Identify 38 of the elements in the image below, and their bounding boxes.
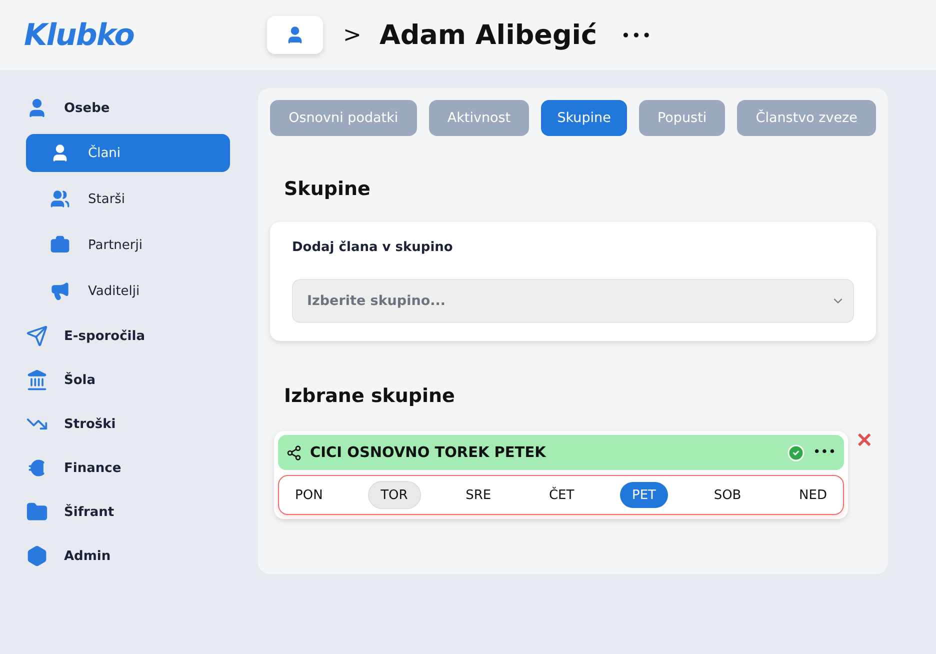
sidebar-subitem[interactable]: Starši (26, 180, 230, 218)
check-icon (786, 444, 805, 462)
day-chip[interactable]: NED (787, 482, 839, 508)
day-chip[interactable]: TOR (368, 482, 420, 508)
nodes-icon (286, 444, 302, 460)
sidebar-item[interactable]: Stroški (26, 402, 230, 446)
breadcrumb-separator: > (343, 22, 362, 48)
sidebar-item[interactable]: Finance (26, 446, 230, 490)
day-chip[interactable]: PET (620, 482, 668, 508)
sidebar-item[interactable]: Admin (26, 534, 230, 578)
group-name: CICI OSNOVNO TOREK PETEK (310, 444, 547, 460)
more-menu[interactable]: ••• (812, 445, 836, 460)
tab[interactable]: Skupine (541, 100, 627, 136)
remove-button[interactable]: ✕ (856, 431, 873, 451)
logo: Klubko (24, 18, 135, 52)
day-chip[interactable]: SRE (454, 482, 504, 508)
folder-icon (26, 501, 48, 523)
people-icon (50, 189, 70, 209)
sidebar-item[interactable]: E-sporočila (26, 314, 230, 358)
sidebar-subitem[interactable]: Vaditelji (26, 272, 230, 310)
page-title: Adam Alibegić (379, 20, 598, 50)
day-chip[interactable]: PON (283, 482, 335, 508)
sidebar-subitem[interactable]: Partnerji (26, 226, 230, 264)
person-button[interactable] (267, 16, 323, 54)
sidebar-subitem[interactable]: Člani (26, 134, 230, 172)
sidebar-item[interactable]: Osebe (26, 86, 230, 130)
more-menu[interactable]: ••• (621, 26, 652, 44)
bank-icon (26, 369, 48, 391)
group-select[interactable]: Izberite skupino... (292, 279, 854, 323)
day-chip[interactable]: SOB (702, 482, 754, 508)
section-title: Izbrane skupine (284, 385, 456, 407)
paper-plane-icon (26, 325, 48, 347)
sidebar-item[interactable]: Šola (26, 358, 230, 402)
day-chip[interactable]: ČET (536, 482, 586, 508)
section-title: Skupine (284, 178, 372, 200)
sidebar-item[interactable]: Šifrant (26, 490, 230, 534)
field-label: Dodaj člana v skupino (292, 240, 454, 255)
hexagon-icon (26, 545, 48, 567)
